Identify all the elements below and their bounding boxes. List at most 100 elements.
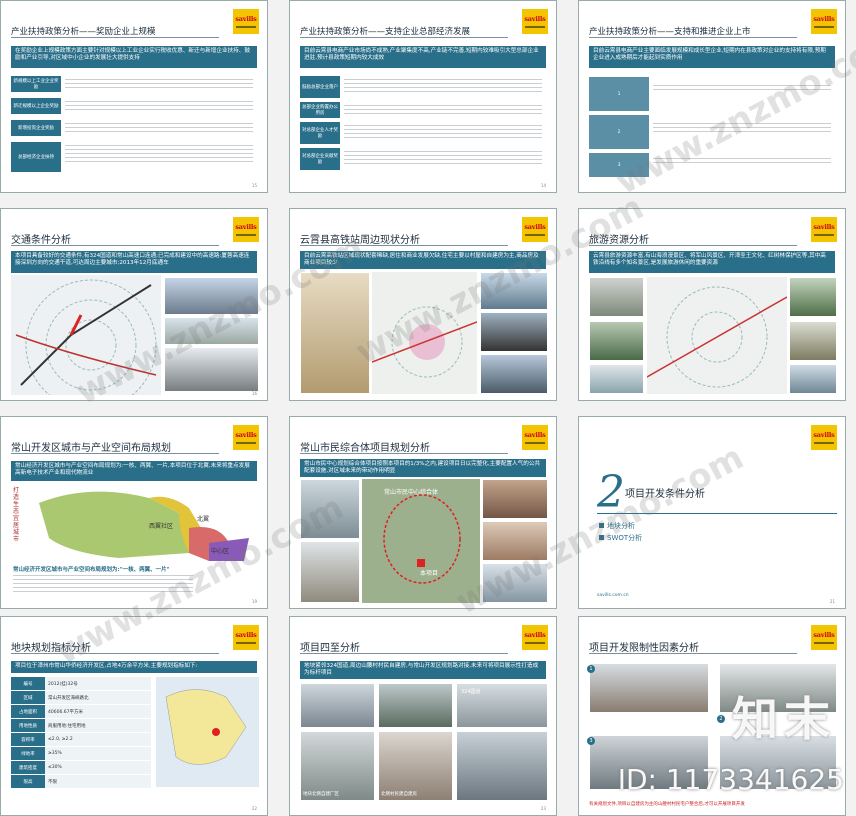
lake-photo — [480, 354, 548, 394]
row-label: 鼓励总部企业落户 — [300, 76, 340, 98]
index-key: 建筑密度 — [11, 761, 45, 774]
slide-banner: 云霄县旅游资源丰富,有山海浪漫景区、将军山风景区、开漳圣王文化、红树林保护区等,… — [589, 251, 835, 273]
slide-banner: 地块紧邻324国道,周边山腰村村民自建房,与常山开发区规划路对接,未来可将项目展… — [300, 661, 546, 679]
slide-section-divider: savills 2 项目开发条件分析 地块分析 SWOT分析 savills.c… — [578, 416, 846, 609]
site-photo — [456, 731, 548, 801]
index-value: 2012(挂)32号 — [45, 677, 151, 690]
page-number: 22 — [251, 806, 257, 811]
toll-gate-photo — [164, 317, 259, 345]
page-number: 16 — [251, 391, 257, 396]
savills-logo: savills — [522, 425, 548, 450]
index-row: 绿地率 ≥35% — [11, 747, 151, 760]
facility-photo — [482, 521, 548, 561]
section-item[interactable]: SWOT分析 — [599, 533, 642, 543]
slide-banner: 目前云霄县电商产业市场尚不成熟,产业聚集度不高,产业链不完善,短期内较难吸引大型… — [300, 46, 546, 68]
slide-title: 交通条件分析 — [11, 235, 71, 246]
tourism-map — [647, 277, 787, 394]
slide-title: 项目四至分析 — [300, 643, 360, 654]
tourism-photo — [589, 321, 644, 361]
photo-label: 地块北侧自建厂区 — [303, 792, 339, 797]
index-row: 编号 2012(挂)32号 — [11, 677, 151, 690]
index-value: 40606.67平方米 — [45, 705, 151, 718]
row-label: 对总部企业人才奖励 — [300, 122, 340, 144]
savills-logo: savills — [522, 9, 548, 34]
savills-logo: savills — [811, 9, 837, 34]
section-title: 项目开发条件分析 — [625, 489, 705, 500]
traffic-map — [11, 275, 161, 395]
index-row: 建筑密度 ≤30% — [11, 761, 151, 774]
slide-title: 产业扶持政策分析——奖励企业上规模 — [11, 27, 156, 37]
slide-banner: 项目位于漳州市常山华侨经济开发区,占地4万余平方米,主要规划指标如下: — [11, 661, 257, 673]
row-label: 2 — [589, 115, 649, 149]
id-watermark: ID: 1173341625 — [617, 763, 844, 796]
site-photo: 地块北侧自建厂区 — [300, 731, 375, 801]
slide-policy-hq: 产业扶持政策分析——支持企业总部经济发展 savills 目前云霄县电商产业市场… — [289, 0, 557, 193]
slide-title: 旅游资源分析 — [589, 235, 649, 246]
row-label: 新迁规模以上企业奖励 — [11, 98, 61, 114]
tourism-photo — [589, 364, 644, 394]
building-photo — [300, 479, 360, 539]
tourism-photo — [789, 321, 837, 361]
slide-banner: 目前云霄县电商产业主要面临发展规模和成长型企业,短期内在县政策对企业的支持将有限… — [589, 46, 835, 68]
map-label: 中心区 — [211, 547, 229, 555]
savills-logo: savills — [522, 217, 548, 242]
road-photo — [480, 312, 548, 352]
slide-site-index: 地块规划指标分析 savills 项目位于漳州市常山华侨经济开发区,占地4万余平… — [0, 616, 268, 816]
index-row: 区域 常山开发区海峡路北 — [11, 691, 151, 704]
station-map — [372, 272, 477, 394]
slide-title: 项目开发限制性因素分析 — [589, 643, 699, 654]
page-number: 19 — [251, 599, 257, 604]
site-photo: 324国道 — [456, 683, 548, 728]
savills-logo: savills — [811, 217, 837, 242]
note-number: 1 — [587, 665, 595, 673]
index-row: 用地性质 商服用地:住宅用地 — [11, 719, 151, 732]
facility-photo — [482, 479, 548, 519]
tourism-photo — [789, 277, 837, 317]
map-label: 北翼 — [197, 515, 209, 523]
slide-banner: 本项目具备较好的交通条件,有324国道和常山高速口连通;已完成和建设中的高速路:… — [11, 251, 257, 273]
row-label: 新增投资企业奖励 — [11, 120, 61, 136]
row-label: 总部经济企业扶持 — [11, 142, 61, 172]
index-value: ≤2.0, ≥2.2 — [45, 733, 151, 746]
photo-label: 324国道 — [461, 689, 481, 695]
savills-logo: savills — [522, 625, 548, 650]
footer-note: 有关规划文件,项目以自建房为主的山腰村村民宅户整合后,才可以开展项目开发 — [589, 802, 745, 807]
savills-logo: savills — [233, 9, 259, 34]
site-photo: 北侧村民建自建房 — [378, 731, 453, 801]
slide-traffic: 交通条件分析 savills 本项目具备较好的交通条件,有324国道和常山高速口… — [0, 208, 268, 401]
brand-watermark: 知末 — [732, 692, 836, 746]
slide-banner: 常山经济开发区城市与产业空间布局规划为:一核、两翼、一片,本项目位于北翼,未来将… — [11, 461, 257, 481]
page-number: 23 — [540, 806, 546, 811]
index-value: 常山开发区海峡路北 — [45, 691, 151, 704]
page-number: 14 — [540, 183, 546, 188]
savills-logo: savills — [811, 625, 837, 650]
row-label: 1 — [589, 77, 649, 111]
building-photo — [300, 541, 360, 603]
highway-photo — [164, 277, 259, 315]
slide-banner: 在奖励企业上规模政策方面主要针对规模以上工业企业实行税收优惠、新迁与新增企业扶持… — [11, 46, 257, 68]
planning-subtitle: 常山经济开发区城市与产业空间布局规划为:"一核、两翼、一片" — [13, 567, 170, 573]
section-number: 2 — [597, 467, 625, 518]
slide-banner: 目前云霄高铁站区域现状配套稀缺,居住和商业发展欠缺,住宅主要以村屋和自建房为主,… — [300, 251, 546, 269]
index-row: 限高 不限 — [11, 775, 151, 788]
index-key: 绿地率 — [11, 747, 45, 760]
map-label: 西翼社区 — [149, 522, 173, 530]
slide-site-surroundings: 项目四至分析 savills 地块紧邻324国道,周边山腰村村民自建房,与常山开… — [289, 616, 557, 816]
index-key: 编号 — [11, 677, 45, 690]
site-photo — [300, 683, 375, 728]
index-key: 用地性质 — [11, 719, 45, 732]
complex-map: 常山市民中心综合体 本项目 — [362, 479, 480, 603]
index-value: ≥35% — [45, 747, 151, 760]
planning-map: 西翼社区 北翼 中心区 — [39, 491, 249, 561]
slide-title: 常山开发区城市与产业空间布局规划 — [11, 443, 171, 454]
slide-title: 常山市民综合体项目规划分析 — [300, 443, 430, 454]
site-map — [156, 677, 259, 787]
slide-title: 产业扶持政策分析——支持企业总部经济发展 — [300, 27, 471, 37]
slide-rail-station: 云霄县高铁站周边现状分析 savills 目前云霄高铁站区域现状配套稀缺,居住和… — [289, 208, 557, 401]
residential-ad-photo — [300, 272, 370, 394]
index-row: 容积率 ≤2.0, ≥2.2 — [11, 733, 151, 746]
slide-title: 云霄县高铁站周边现状分析 — [300, 235, 420, 246]
map-label: 常山市民中心综合体 — [384, 488, 438, 496]
tourism-photo — [589, 277, 644, 317]
section-item[interactable]: 地块分析 — [599, 521, 635, 531]
